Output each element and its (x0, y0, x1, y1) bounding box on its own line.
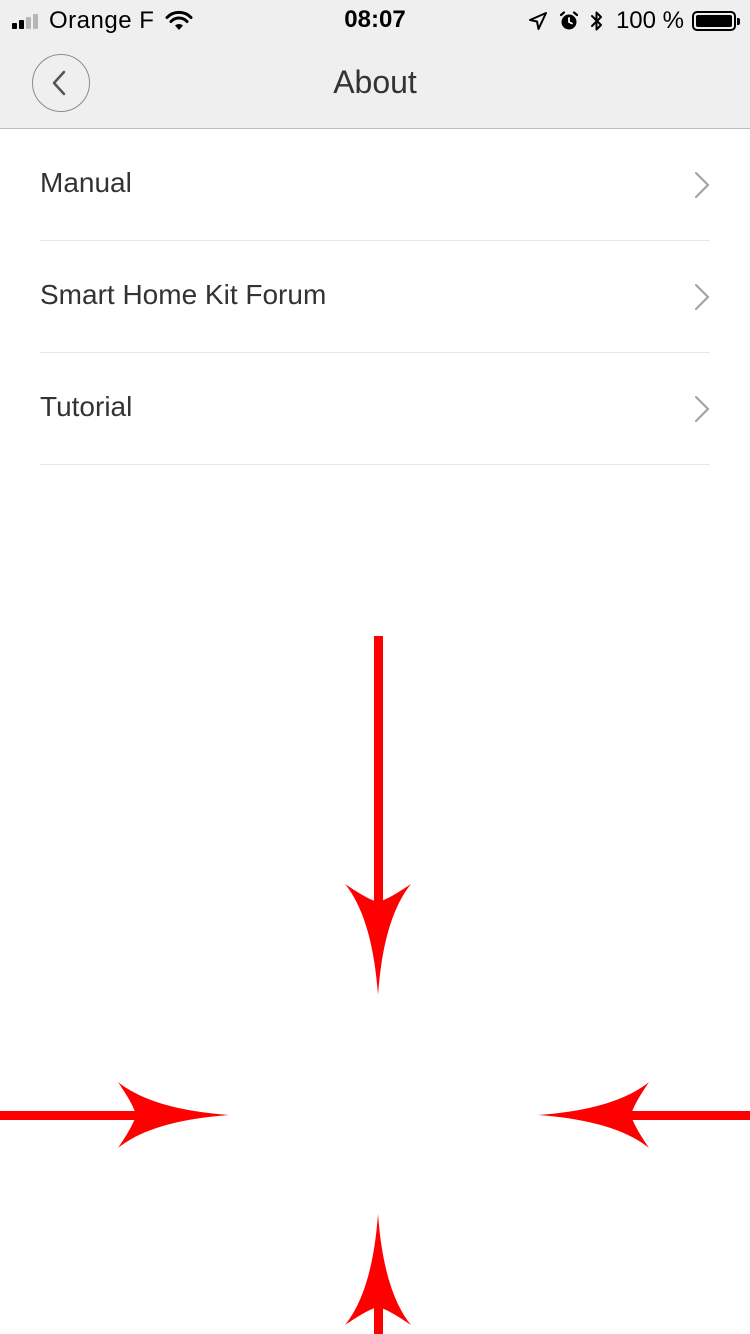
list-item-tutorial[interactable]: Tutorial (40, 353, 710, 465)
about-menu-list: Manual Smart Home Kit Forum Tutorial (40, 129, 710, 465)
list-item-manual[interactable]: Manual (40, 129, 710, 241)
arrow-left-icon (538, 1082, 750, 1148)
battery-icon (692, 11, 740, 31)
list-item-label: Smart Home Kit Forum (40, 279, 327, 310)
arrow-right-icon (0, 1082, 229, 1148)
battery-level-fill (696, 15, 732, 27)
chevron-right-icon (695, 284, 709, 310)
arrow-down-icon (345, 636, 411, 995)
battery-percentage: 100 % (615, 7, 684, 34)
chevron-right-icon (695, 172, 709, 198)
list-item-label: Manual (40, 167, 132, 198)
chevron-right-icon (695, 396, 709, 422)
list-item-label: Tutorial (40, 391, 133, 422)
status-bar: Orange F 08:07 100 % (0, 0, 750, 40)
navigation-bar: About (0, 40, 750, 129)
arrow-up-icon (345, 1214, 411, 1334)
about-screen: Orange F 08:07 100 % About Manual Smart … (0, 0, 750, 1334)
bluetooth-icon (590, 11, 602, 31)
alarm-icon (559, 11, 579, 30)
status-right: 100 % (518, 6, 740, 36)
list-item-smart-home-kit-forum[interactable]: Smart Home Kit Forum (40, 241, 710, 353)
battery-nub (737, 18, 740, 25)
location-icon (528, 12, 547, 30)
page-title: About (333, 64, 417, 100)
